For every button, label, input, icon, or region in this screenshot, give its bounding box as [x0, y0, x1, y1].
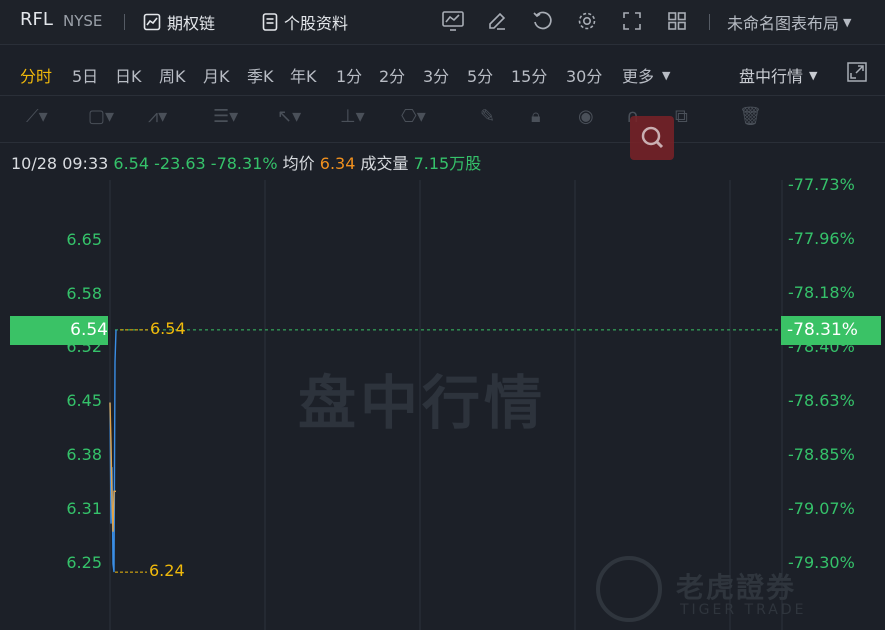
search-icon	[641, 126, 664, 149]
period-tab-3m[interactable]: 3分	[423, 63, 449, 87]
expand-icon[interactable]	[846, 61, 868, 83]
period-tab-year[interactable]: 年K	[290, 63, 317, 87]
y-pct-tick-label: -78.85%	[788, 445, 855, 464]
intraday-session-label: 盘中行情	[739, 67, 804, 86]
layout-name-label: 未命名图表布局	[727, 14, 840, 33]
period-more-label: 更多	[622, 67, 655, 86]
quote-change: -23.63	[154, 154, 206, 173]
y-pct-tick-label: -79.07%	[788, 499, 855, 518]
layout-selector[interactable]: 未命名图表布局 ▼	[727, 10, 851, 34]
y-tick-label: 6.38	[66, 445, 102, 464]
pattern-tool-icon[interactable]: ⩘▾	[148, 106, 167, 127]
avg-price-label: 均价	[282, 154, 315, 173]
y-tick-label: 6.65	[66, 230, 102, 249]
top-bar: RFL NYSE 期权链 个股资料 未命名图表布局 ▼	[0, 0, 885, 45]
tiger-logo-icon	[596, 556, 662, 622]
measure-tool-icon[interactable]: ⊥▾	[340, 106, 365, 127]
drawing-toolbar: ⟋▾ ▢▾ ⩘▾ ☰▾ ↖▾ ⊥▾ ⎔▾ ✎ 🔒︎ ◉ ∩ ⧉ 🗑︎	[0, 96, 885, 143]
avg-price-value: 6.34	[319, 154, 356, 173]
intraday-session-dropdown[interactable]: 盘中行情 ▼	[739, 63, 817, 87]
rectangle-tool-icon[interactable]: ▢▾	[88, 106, 114, 127]
quote-info-line: 10/28 09:33 6.54 -23.63 -78.31% 均价 6.34 …	[11, 150, 481, 174]
divider	[709, 14, 710, 30]
quote-price: 6.54	[113, 154, 150, 173]
low-price-label: 6.24	[149, 561, 185, 581]
y-pct-tick-label: -77.73%	[788, 175, 855, 194]
y-pct-tick-label: -77.96%	[788, 229, 855, 248]
search-button[interactable]	[630, 116, 674, 160]
lock-icon[interactable]: 🔒︎	[531, 106, 541, 127]
y-pct-tick-label: -79.30%	[788, 553, 855, 572]
edit-icon[interactable]	[486, 10, 508, 32]
eye-icon[interactable]: ◉	[578, 106, 594, 127]
pen-icon[interactable]: ✎	[480, 106, 495, 127]
y-pct-tick-label: -78.63%	[788, 391, 855, 410]
period-more-dropdown[interactable]: 更多 ▼	[622, 63, 670, 87]
grid-layout-icon[interactable]	[666, 10, 688, 32]
arrow-tool-icon[interactable]: ↖▾	[277, 106, 301, 127]
options-chain-label: 期权链	[167, 14, 216, 33]
stock-profile-button[interactable]: 个股资料	[262, 10, 348, 34]
trash-icon[interactable]: 🗑︎	[739, 106, 762, 127]
y-tick-label: 6.58	[66, 284, 102, 303]
fullscreen-icon[interactable]	[621, 10, 643, 32]
period-tab-intraday[interactable]: 分时	[20, 63, 52, 87]
divider	[124, 14, 125, 30]
caret-down-icon: ▼	[662, 68, 671, 82]
y-tick-label: 6.31	[66, 499, 102, 518]
indicator-icon[interactable]	[441, 10, 465, 32]
period-tab-week[interactable]: 周K	[159, 63, 186, 87]
period-tab-month[interactable]: 月K	[203, 63, 230, 87]
refresh-icon[interactable]	[531, 10, 553, 32]
ticker-symbol[interactable]: RFL	[20, 9, 53, 30]
fibonacci-tool-icon[interactable]: ☰▾	[213, 106, 238, 127]
options-chain-button[interactable]: 期权链	[143, 10, 215, 34]
quote-change-pct: -78.31%	[210, 154, 278, 173]
layers-icon[interactable]: ⧉	[675, 106, 688, 127]
intraday-chart[interactable]: 盘中行情 6.65 6.58 6.52 6.45 6.38 6.31 6.25 -77.73%…	[0, 175, 885, 630]
caret-down-icon: ▼	[809, 68, 818, 82]
current-pct-tag: -78.31%	[781, 315, 881, 345]
y-pct-tick-label: -78.18%	[788, 283, 855, 302]
y-tick-label: 6.25	[66, 553, 102, 572]
current-price-tag: 6.54	[10, 315, 108, 345]
document-icon	[262, 13, 278, 31]
period-bar: 分时 5日 日K 周K 月K 季K 年K 1分 2分 3分 5分 15分 30分…	[0, 45, 885, 96]
period-tab-5m[interactable]: 5分	[467, 63, 493, 87]
volume-label: 成交量	[360, 154, 409, 173]
period-tab-30m[interactable]: 30分	[566, 63, 602, 87]
chart-canvas	[109, 180, 783, 630]
period-tab-day[interactable]: 日K	[115, 63, 142, 87]
gear-icon[interactable]	[576, 10, 598, 32]
chart-box-icon	[143, 13, 161, 31]
period-tab-2m[interactable]: 2分	[379, 63, 405, 87]
label-tool-icon[interactable]: ⎔▾	[401, 106, 426, 127]
exchange-label: NYSE	[63, 12, 103, 30]
quote-datetime: 10/28 09:33	[11, 154, 109, 173]
period-tab-15m[interactable]: 15分	[511, 63, 547, 87]
brand-watermark-en: TIGER TRADE	[680, 602, 807, 618]
stock-profile-label: 个股资料	[284, 14, 349, 33]
volume-value: 7.15万股	[413, 154, 482, 173]
period-tab-1m[interactable]: 1分	[336, 63, 362, 87]
trendline-tool-icon[interactable]: ⟋▾	[26, 106, 48, 127]
period-tab-quarter[interactable]: 季K	[247, 63, 274, 87]
brand-watermark: 老虎證券	[676, 571, 797, 604]
high-price-label: 6.54	[150, 318, 186, 338]
y-tick-label: 6.45	[66, 391, 102, 410]
caret-down-icon: ▼	[843, 15, 852, 29]
period-tab-5d[interactable]: 5日	[72, 63, 98, 87]
